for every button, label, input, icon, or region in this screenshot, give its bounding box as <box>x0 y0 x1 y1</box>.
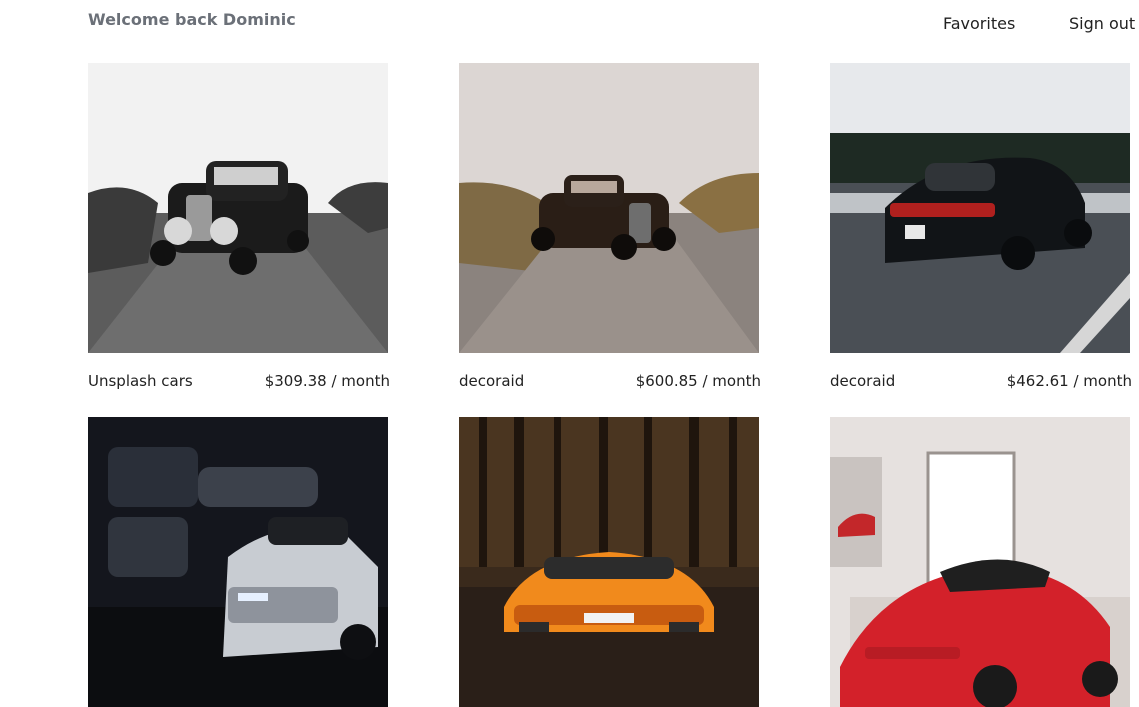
listing-card[interactable]: decoraid $600.85 / month <box>459 63 761 396</box>
listing-owner[interactable]: decoraid <box>830 372 895 390</box>
listing-card[interactable]: Unsplash cars $309.38 / month <box>88 63 390 396</box>
welcome-message: Welcome back Dominic <box>88 10 296 29</box>
listing-meta: decoraid $462.61 / month <box>830 372 1132 396</box>
top-bar: Welcome back Dominic Favorites Sign out <box>0 0 1139 50</box>
listing-price: $309.38 / month <box>264 372 390 390</box>
car-photo[interactable] <box>830 63 1130 353</box>
listing-owner[interactable]: decoraid <box>459 372 524 390</box>
listing-price: $600.85 / month <box>635 372 761 390</box>
car-photo[interactable] <box>459 63 759 353</box>
listing-price: $462.61 / month <box>1006 372 1132 390</box>
listing-meta: decoraid $600.85 / month <box>459 372 761 396</box>
listing-owner[interactable]: Unsplash cars <box>88 372 193 390</box>
favorites-link[interactable]: Favorites <box>943 14 1015 33</box>
listing-meta: Unsplash cars $309.38 / month <box>88 372 390 396</box>
car-photo[interactable] <box>88 63 388 353</box>
sign-out-link[interactable]: Sign out <box>1069 14 1135 33</box>
listing-card[interactable]: decoraid $462.61 / month <box>830 63 1132 396</box>
